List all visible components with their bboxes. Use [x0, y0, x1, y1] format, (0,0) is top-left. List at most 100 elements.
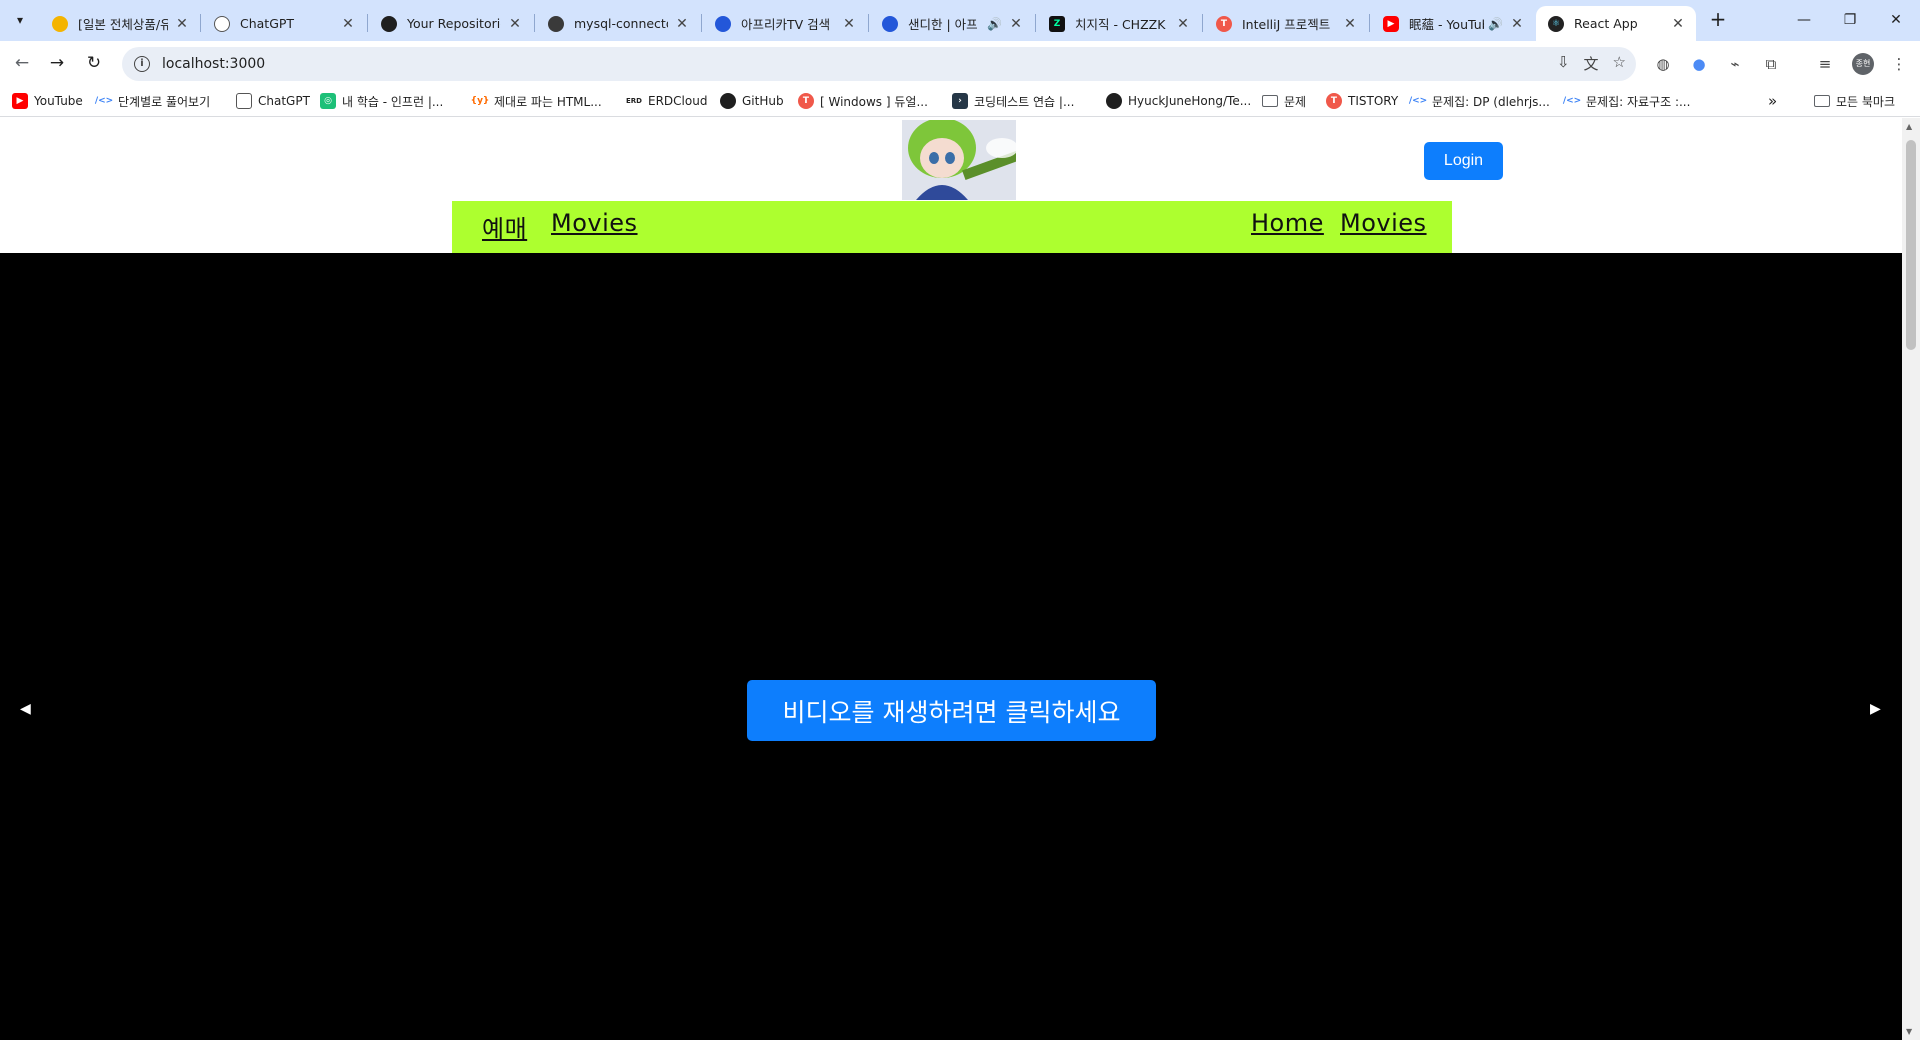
close-icon[interactable]: ✕: [507, 16, 523, 32]
minimize-icon[interactable]: —: [1784, 8, 1824, 32]
tab-title: React App: [1574, 16, 1638, 31]
close-icon[interactable]: ✕: [1670, 16, 1686, 32]
chatgpt-icon: [214, 15, 230, 32]
bookmark-item[interactable]: › 코딩테스트 연습 |...: [952, 91, 1074, 111]
tab-title: 眠蘊 - YouTub: [1409, 17, 1485, 32]
scroll-up-icon[interactable]: ▲: [1906, 122, 1912, 131]
afreeca-icon: [882, 15, 898, 32]
tistory-icon: T: [1326, 93, 1342, 109]
nav-link-home[interactable]: Home: [1251, 209, 1324, 237]
url-text[interactable]: localhost:3000: [162, 56, 265, 72]
extension-icon[interactable]: ⌁: [1724, 53, 1746, 75]
close-icon[interactable]: ✕: [174, 16, 190, 32]
tab-5[interactable]: 샌디한 | 아프 🔊 ✕: [870, 6, 1034, 41]
speaker-icon[interactable]: 🔊: [987, 17, 1002, 31]
bookmark-folder[interactable]: 문제: [1262, 91, 1306, 111]
github-icon: [720, 93, 736, 109]
address-bar[interactable]: i localhost:3000 ⇩ 文 ☆: [122, 47, 1636, 81]
site-logo[interactable]: [902, 120, 1016, 200]
yes-icon: {y}: [470, 96, 490, 106]
new-tab-button[interactable]: +: [1704, 8, 1732, 32]
react-icon: ⚛: [1548, 15, 1564, 32]
login-button[interactable]: Login: [1424, 142, 1503, 180]
tab-1[interactable]: ChatGPT ✕: [202, 6, 366, 41]
tab-0[interactable]: [일본 전체상품/유 ✕: [40, 6, 200, 41]
bookmark-item[interactable]: T TISTORY: [1326, 91, 1398, 111]
bookmark-item[interactable]: ◎ 내 학습 - 인프런 |...: [320, 91, 443, 111]
github-icon: [1106, 93, 1122, 109]
nav-link-movies-left[interactable]: Movies: [551, 209, 638, 237]
bookmark-item[interactable]: {y} 제대로 파는 HTML...: [470, 91, 602, 111]
tab-6[interactable]: Z 치지직 - CHZZK ✕: [1037, 6, 1201, 41]
bookmark-item[interactable]: ▶ YouTube: [12, 91, 83, 111]
site-info-icon[interactable]: i: [134, 56, 150, 72]
tab-3[interactable]: mysql-connector ✕: [536, 6, 700, 41]
puzzle-icon[interactable]: ⧉: [1760, 53, 1782, 75]
bookmark-item[interactable]: T [ Windows ] 듀얼...: [798, 91, 928, 111]
nav-link-booking[interactable]: 예매: [482, 209, 527, 244]
bookmark-item[interactable]: /<> 문제집: 자료구조 :...: [1562, 91, 1691, 111]
tab-title: ChatGPT: [240, 16, 295, 31]
tab-2[interactable]: Your Repositories ✕: [369, 6, 533, 41]
tab-active-react-app[interactable]: ⚛ React App ✕: [1536, 6, 1696, 41]
carousel-prev-icon[interactable]: ◀: [20, 701, 31, 717]
star-icon[interactable]: ☆: [1613, 53, 1626, 74]
translate-icon[interactable]: 文: [1584, 53, 1599, 74]
tab-7[interactable]: T IntelliJ 프로젝트 ✕: [1204, 6, 1368, 41]
code-icon: /<>: [1562, 96, 1582, 106]
menu-kebab-icon[interactable]: ⋮: [1888, 53, 1910, 75]
close-icon[interactable]: ✕: [1342, 16, 1358, 32]
tab-search-chevron-icon[interactable]: ▾: [8, 8, 32, 32]
afreeca-icon: [715, 15, 731, 32]
bookmark-item[interactable]: ERD ERDCloud: [626, 91, 707, 111]
globe-icon[interactable]: ◍: [1652, 53, 1674, 75]
carousel-next-icon[interactable]: ▶: [1870, 701, 1881, 717]
reload-icon[interactable]: ↻: [82, 51, 106, 75]
tab-4[interactable]: 아프리카TV 검색 ✕: [703, 6, 867, 41]
restore-icon[interactable]: ❐: [1830, 8, 1870, 32]
github-icon: [381, 15, 397, 32]
forward-icon[interactable]: →: [45, 51, 69, 75]
browser-toolbar: ← → ↻ i localhost:3000 ⇩ 文 ☆ ◍ ● ⌁ ⧉ ≡ 종…: [0, 41, 1920, 85]
youtube-icon: ▶: [12, 93, 28, 109]
extension-search-icon[interactable]: ●: [1688, 53, 1710, 75]
page-scrollbar[interactable]: ▲ ▼: [1902, 118, 1920, 1040]
close-icon[interactable]: ✕: [674, 16, 690, 32]
install-icon[interactable]: ⇩: [1557, 53, 1570, 74]
video-carousel: ◀ 비디오를 재생하려면 클릭하세요 ▶: [0, 253, 1902, 1040]
programmers-icon: ›: [952, 93, 968, 109]
nav-link-movies-right[interactable]: Movies: [1340, 209, 1427, 237]
all-bookmarks[interactable]: 모든 북마크: [1814, 91, 1895, 111]
scrollbar-thumb[interactable]: [1906, 140, 1916, 350]
close-window-icon[interactable]: ✕: [1876, 8, 1916, 32]
bookmark-item[interactable]: HyuckJuneHong/Te...: [1106, 91, 1251, 111]
tab-title: 치지직 - CHZZK: [1075, 17, 1166, 32]
close-icon[interactable]: ✕: [340, 16, 356, 32]
play-video-button[interactable]: 비디오를 재생하려면 클릭하세요: [747, 680, 1156, 741]
profile-avatar[interactable]: 종현: [1852, 53, 1874, 75]
tab-title: IntelliJ 프로젝트: [1242, 17, 1331, 32]
bookmarks-bar: ▶ YouTube /<> 단계별로 풀어보기 ChatGPT ◎ 내 학습 -…: [0, 85, 1920, 117]
bookmark-item[interactable]: /<> 문제집: DP (dlehrjs...: [1409, 91, 1550, 111]
tab-8[interactable]: ▶ 眠蘊 - YouTub 🔊 ✕: [1371, 6, 1535, 41]
bookmark-item[interactable]: ChatGPT: [236, 91, 310, 111]
anime-character-logo-image: [902, 120, 1016, 200]
bookmark-item[interactable]: /<> 단계별로 풀어보기: [95, 91, 210, 111]
page-viewport: Login 예매 Movies Home Movies ◀ 비디오를 재생하려면…: [0, 118, 1902, 1040]
bookmarks-overflow-icon[interactable]: »: [1768, 91, 1777, 111]
bookmark-item[interactable]: GitHub: [720, 91, 784, 111]
close-icon[interactable]: ✕: [1175, 16, 1191, 32]
youtube-icon: ▶: [1383, 15, 1399, 32]
close-icon[interactable]: ✕: [841, 16, 857, 32]
bulb-icon: [52, 15, 68, 32]
scroll-down-icon[interactable]: ▼: [1906, 1027, 1912, 1036]
back-icon[interactable]: ←: [10, 51, 34, 75]
tab-title: 아프리카TV 검색: [741, 17, 831, 32]
tistory-icon: T: [1216, 15, 1232, 32]
close-icon[interactable]: ✕: [1008, 16, 1024, 32]
close-icon[interactable]: ✕: [1509, 16, 1525, 32]
speaker-icon[interactable]: 🔊: [1488, 17, 1503, 31]
tab-title: mysql-connector: [574, 16, 668, 31]
media-control-icon[interactable]: ≡: [1814, 53, 1836, 75]
main-navbar: 예매 Movies Home Movies: [452, 201, 1452, 253]
